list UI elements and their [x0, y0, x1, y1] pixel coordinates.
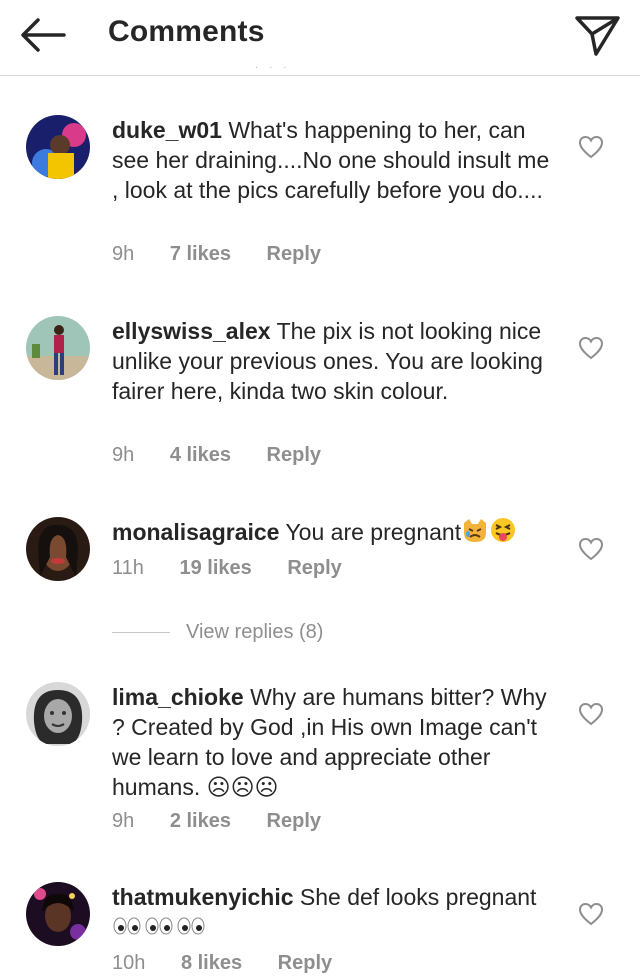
avatar[interactable] [26, 882, 90, 946]
view-replies-button[interactable]: View replies (8) [112, 617, 323, 647]
view-replies-label: View replies (8) [186, 620, 324, 643]
comment-likes[interactable]: 19 likes [179, 557, 251, 580]
heart-icon[interactable] [578, 702, 604, 726]
heart-icon[interactable] [578, 902, 604, 926]
comment-likes[interactable]: 8 likes [181, 952, 242, 975]
heart-icon[interactable] [578, 135, 604, 159]
comment-likes[interactable]: 7 likes [170, 243, 231, 266]
view-replies-divider [112, 631, 170, 633]
scroll-hint: · · · [255, 62, 291, 72]
reply-button[interactable]: Reply [278, 952, 332, 975]
comment-meta: 9h 4 likes Reply [112, 444, 351, 467]
comment-likes[interactable]: 2 likes [170, 810, 231, 833]
avatar[interactable] [26, 115, 90, 179]
comment-content: She def looks pregnant [299, 884, 537, 910]
comment-text: monalisagraice You are pregnant [112, 517, 552, 550]
reply-button[interactable]: Reply [287, 557, 341, 580]
comment-time: 11h [112, 557, 144, 579]
comment-username[interactable]: thatmukenyichic [112, 884, 294, 910]
avatar[interactable] [26, 316, 90, 380]
comment-username[interactable]: monalisagraice [112, 519, 279, 545]
comment-username[interactable]: lima_chioke [112, 684, 244, 710]
reply-button[interactable]: Reply [267, 810, 321, 833]
back-arrow-icon[interactable] [18, 12, 70, 58]
reply-button[interactable]: Reply [267, 243, 321, 266]
comment-username[interactable]: duke_w01 [112, 117, 222, 143]
avatar[interactable] [26, 682, 90, 746]
eyes-emoji [176, 912, 206, 942]
reply-button[interactable]: Reply [267, 444, 321, 467]
comment-time: 9h [112, 444, 135, 466]
eyes-emoji [112, 912, 142, 942]
comment-text: thatmukenyichic She def looks pregnant [112, 882, 552, 942]
comment-text: ellyswiss_alex The pix is not looking ni… [112, 316, 552, 406]
eyes-emoji [144, 912, 174, 942]
comment-text: lima_chioke Why are humans bitter? Why ?… [112, 682, 552, 802]
comment-meta: 9h 2 likes Reply [112, 810, 351, 833]
direct-send-icon[interactable] [572, 10, 622, 60]
emoji-row [112, 912, 552, 942]
comment-text: duke_w01 What's happening to her, can se… [112, 115, 552, 205]
comment-meta: 9h 7 likes Reply [112, 243, 351, 266]
avatar[interactable] [26, 517, 90, 581]
comment-likes[interactable]: 4 likes [170, 444, 231, 467]
comment-content: You are pregnant [285, 519, 462, 545]
squinting-tongue-emoji [489, 517, 517, 550]
comment-time: 9h [112, 243, 135, 265]
comment-meta: 10h 8 likes Reply [112, 952, 362, 975]
comment-username[interactable]: ellyswiss_alex [112, 318, 271, 344]
heart-icon[interactable] [578, 537, 604, 561]
comment-meta: 11h 19 likes Reply [112, 557, 372, 580]
comment-time: 10h [112, 952, 146, 974]
page-title: Comments [108, 15, 265, 48]
heart-icon[interactable] [578, 336, 604, 360]
app-header: Comments · · · [0, 0, 640, 76]
comment-time: 9h [112, 810, 135, 832]
crying-cat-emoji [461, 517, 489, 550]
